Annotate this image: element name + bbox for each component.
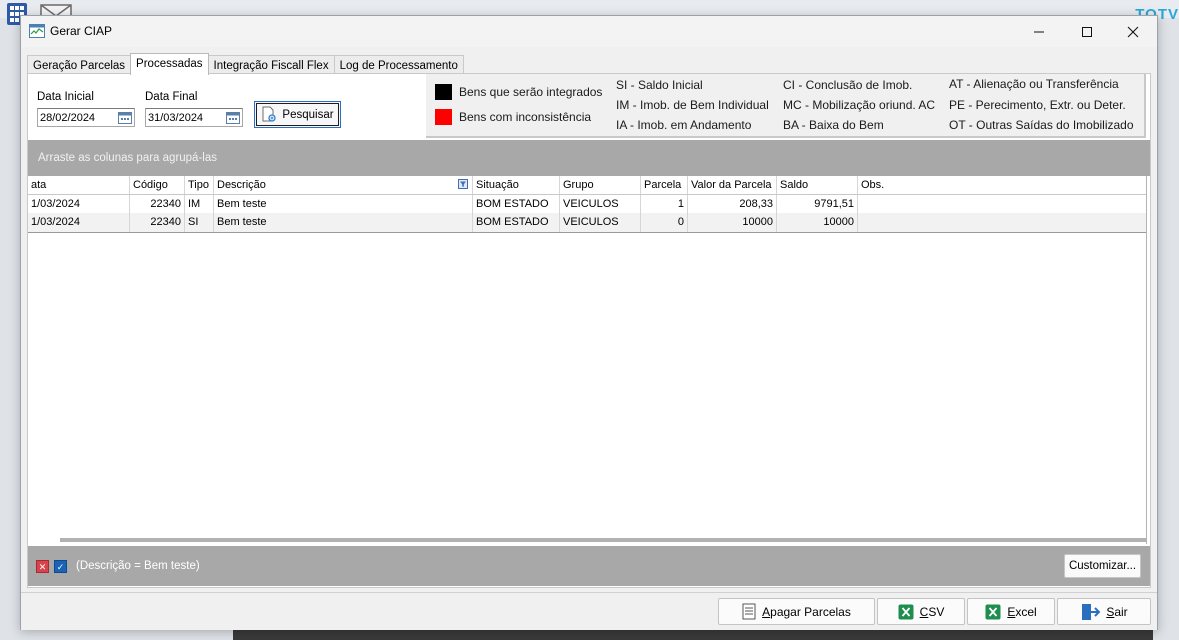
search-document-icon [262,106,277,122]
group-by-hint: Arraste as colunas para agrupá-las [38,152,217,164]
cell-data: 1/03/2024 [28,213,130,232]
cell-grupo: VEICULOS [560,213,641,232]
cell-codigo: 22340 [130,213,185,232]
legend-code-ot: OT - Outras Saídas do Imobilizado [949,118,1134,132]
column-header-descricao[interactable]: Descrição [214,176,473,194]
window-title: Gerar CIAP [50,24,113,38]
sair-button[interactable]: Sair [1057,598,1151,625]
cell-parcela: 1 [641,195,688,214]
cell-descricao: Bem teste [214,195,473,214]
minimize-icon [1034,31,1044,32]
title-bar[interactable]: Gerar CIAP [21,16,1157,47]
cell-valor-parcela: 10000 [688,213,777,232]
tab-log-processamento[interactable]: Log de Processamento [333,55,464,75]
column-header-data[interactable]: ata [28,176,130,194]
cell-codigo: 22340 [130,195,185,214]
legend-inconsistencia: Bens com inconsistência [459,110,592,124]
cell-tipo: IM [185,195,214,214]
close-button[interactable] [1110,16,1156,47]
legend-code-ia: IA - Imob. em Andamento [616,118,752,132]
data-final-label: Data Final [145,91,198,103]
table-row[interactable]: 1/03/2024 22340 SI Bem teste BOM ESTADO … [28,213,1146,233]
cell-descricao: Bem teste [214,213,473,232]
legend-code-pe: PE - Perecimento, Extr. ou Deter. [949,98,1126,112]
cell-obs [858,195,1146,214]
column-header-descricao-label: Descrição [217,179,266,191]
cell-valor-parcela: 208,33 [688,195,777,214]
cell-grupo: VEICULOS [560,195,641,214]
column-header-codigo[interactable]: Código [130,176,185,194]
cell-saldo: 9791,51 [777,195,858,214]
column-header-saldo[interactable]: Saldo [777,176,858,194]
legend-panel: Bens que serão integrados Bens com incon… [426,74,1146,138]
customizar-button[interactable]: Customizar... [1064,554,1141,578]
tab-strip: Geração Parcelas Processadas Integração … [27,53,464,75]
cell-saldo: 10000 [777,213,858,232]
data-final-field[interactable]: 31/03/2024 [145,108,243,127]
column-header-grupo[interactable]: Grupo [560,176,641,194]
legend-code-ba: BA - Baixa do Bem [783,118,884,132]
maximize-icon [1082,26,1092,37]
clear-filter-icon[interactable]: ✕ [36,560,49,573]
app-window-icon [29,24,45,38]
minimize-button[interactable] [1016,16,1062,47]
horizontal-scrollbar[interactable] [60,538,1146,542]
cell-parcela: 0 [641,213,688,232]
column-header-parcela[interactable]: Parcela [641,176,688,194]
column-header-obs[interactable]: Obs. [858,176,1146,194]
calendar-icon[interactable] [226,111,240,124]
legend-swatch-integrados [435,84,452,100]
data-inicial-value: 28/02/2024 [40,112,96,124]
apagar-parcelas-button[interactable]: Apagar Parcelas [718,598,875,625]
maximize-button[interactable] [1064,16,1110,47]
legend-code-im: IM - Imob. de Bem Individual [616,98,769,112]
cell-situacao: BOM ESTADO [473,213,560,232]
close-icon [1127,26,1139,37]
data-grid: ata Código Tipo Descrição Situação Grupo… [28,176,1147,544]
tab-integracao-fiscall-flex[interactable]: Integração Fiscall Flex [207,55,335,75]
legend-code-mc: MC - Mobilização oriund. AC [783,98,936,112]
data-inicial-field[interactable]: 28/02/2024 [37,108,135,127]
excel-icon [898,604,914,619]
filter-enabled-checkbox[interactable]: ✓ [54,560,67,573]
legend-swatch-inconsistencia [435,109,452,125]
cell-situacao: BOM ESTADO [473,195,560,214]
cell-data: 1/03/2024 [28,195,130,214]
filter-expression[interactable]: (Descrição = Bem teste) [76,560,200,572]
document-icon [742,603,756,620]
legend-code-ci: CI - Conclusão de Imob. [783,78,913,92]
processadas-panel: Data Inicial 28/02/2024 Data Final 31/03… [27,73,1151,588]
excel-button[interactable]: Excel [967,598,1055,625]
group-by-area[interactable]: Arraste as colunas para agrupá-las [28,140,1150,176]
csv-label: CSV [919,604,945,619]
pesquisar-label: Pesquisar [282,108,334,121]
cell-obs [858,213,1146,232]
sair-label: Sair [1106,604,1128,619]
table-row[interactable]: 1/03/2024 22340 IM Bem teste BOM ESTADO … [28,194,1146,215]
excel-icon [985,604,1001,619]
legend-integrados: Bens que serão integrados [459,85,603,99]
legend-code-at: AT - Alienação ou Transferência [949,77,1119,91]
data-inicial-label: Data Inicial [37,91,94,103]
pesquisar-button[interactable]: Pesquisar [254,101,341,128]
apagar-parcelas-label: Apagar Parcelas [762,604,851,619]
cell-tipo: SI [185,213,214,232]
tab-geracao-parcelas[interactable]: Geração Parcelas [27,55,132,75]
filter-bar: ✕ ✓ (Descrição = Bem teste) Customizar..… [28,546,1150,586]
excel-label: Excel [1007,604,1037,619]
filter-icon[interactable] [458,179,468,189]
column-header-situacao[interactable]: Situação [473,176,560,194]
data-final-value: 31/03/2024 [148,112,204,124]
gerar-ciap-window: Gerar CIAP Geração Parcelas Processadas … [20,15,1158,630]
column-header-tipo[interactable]: Tipo [185,176,214,194]
footer-bar: Apagar Parcelas CSV Excel Sair [21,592,1157,630]
column-header-valor-parcela[interactable]: Valor da Parcela [688,176,777,194]
csv-button[interactable]: CSV [877,598,965,625]
calendar-icon[interactable] [118,111,132,124]
exit-door-icon [1082,603,1101,620]
tab-processadas[interactable]: Processadas [130,53,209,75]
legend-code-si: SI - Saldo Inicial [616,78,703,92]
